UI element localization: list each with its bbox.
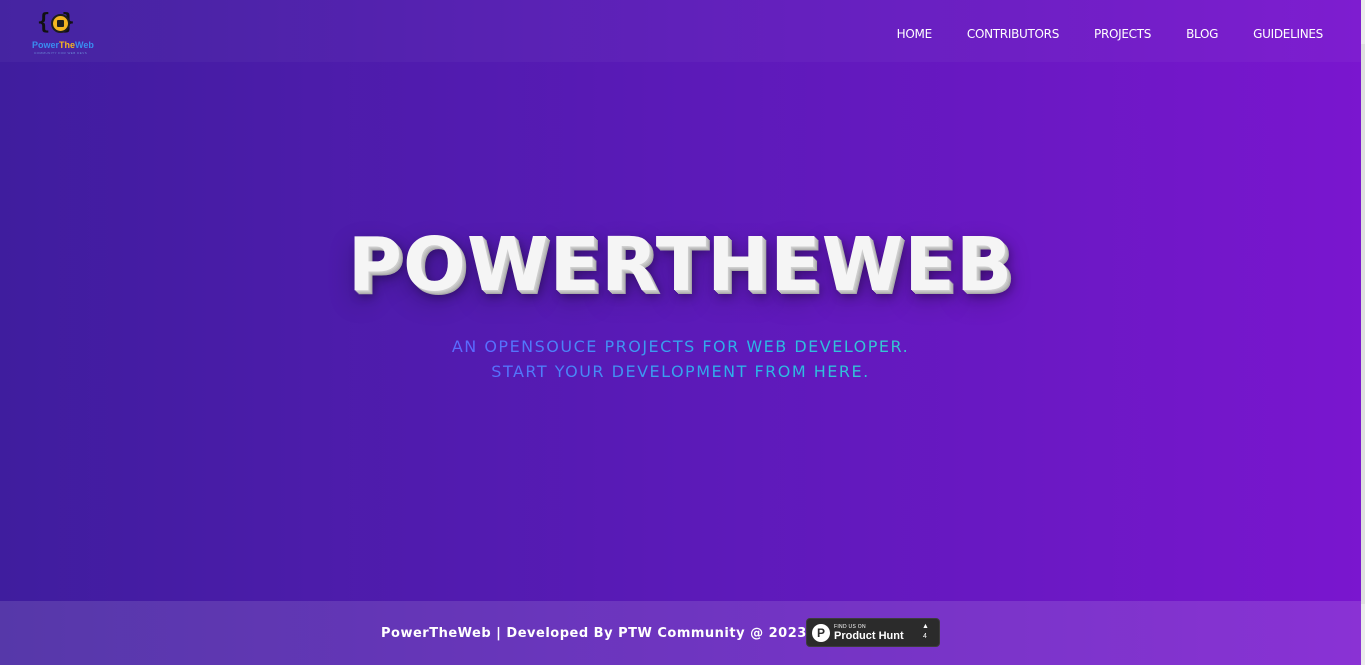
scrollbar-thumb[interactable]: [1361, 44, 1365, 604]
upvote-arrow-icon: ▲: [922, 623, 929, 630]
nav-guidelines[interactable]: GUIDELINES: [1253, 27, 1323, 41]
brand-logo[interactable]: { } PowerTheWeb COMMUNITY FOR WEB DEVS: [30, 10, 94, 56]
footer: PowerTheWeb | Developed By PTW Community…: [0, 601, 1361, 665]
nav-projects[interactable]: PROJECTS: [1094, 27, 1151, 41]
navbar: { } PowerTheWeb COMMUNITY FOR WEB DEVS H…: [0, 0, 1361, 62]
nav-home[interactable]: HOME: [897, 27, 933, 41]
upvote-count: 4: [923, 633, 927, 640]
hero-title: POWERTHEWEB: [347, 222, 1014, 308]
logo-text: PowerTheWeb: [32, 40, 94, 50]
logo-subtext: COMMUNITY FOR WEB DEVS: [34, 51, 88, 55]
footer-credit: PowerTheWeb | Developed By PTW Community…: [381, 626, 807, 641]
hero-tagline-line2: START YOUR DEVELOPMENT FROM HERE.: [0, 362, 1361, 381]
logo-coin-icon: [51, 14, 70, 33]
badge-name: Product Hunt: [834, 630, 904, 642]
hero-tagline-line1: AN OPENSOUCE PROJECTS FOR WEB DEVELOPER.: [0, 337, 1361, 356]
product-hunt-badge[interactable]: P FIND US ON Product Hunt ▲ 4: [806, 618, 940, 647]
nav-blog[interactable]: BLOG: [1186, 27, 1218, 41]
nav-contributors[interactable]: CONTRIBUTORS: [967, 27, 1059, 41]
product-hunt-icon: P: [812, 624, 830, 642]
main-nav: HOME CONTRIBUTORS PROJECTS BLOG GUIDELIN…: [862, 27, 1324, 41]
scrollbar[interactable]: [1361, 0, 1365, 665]
